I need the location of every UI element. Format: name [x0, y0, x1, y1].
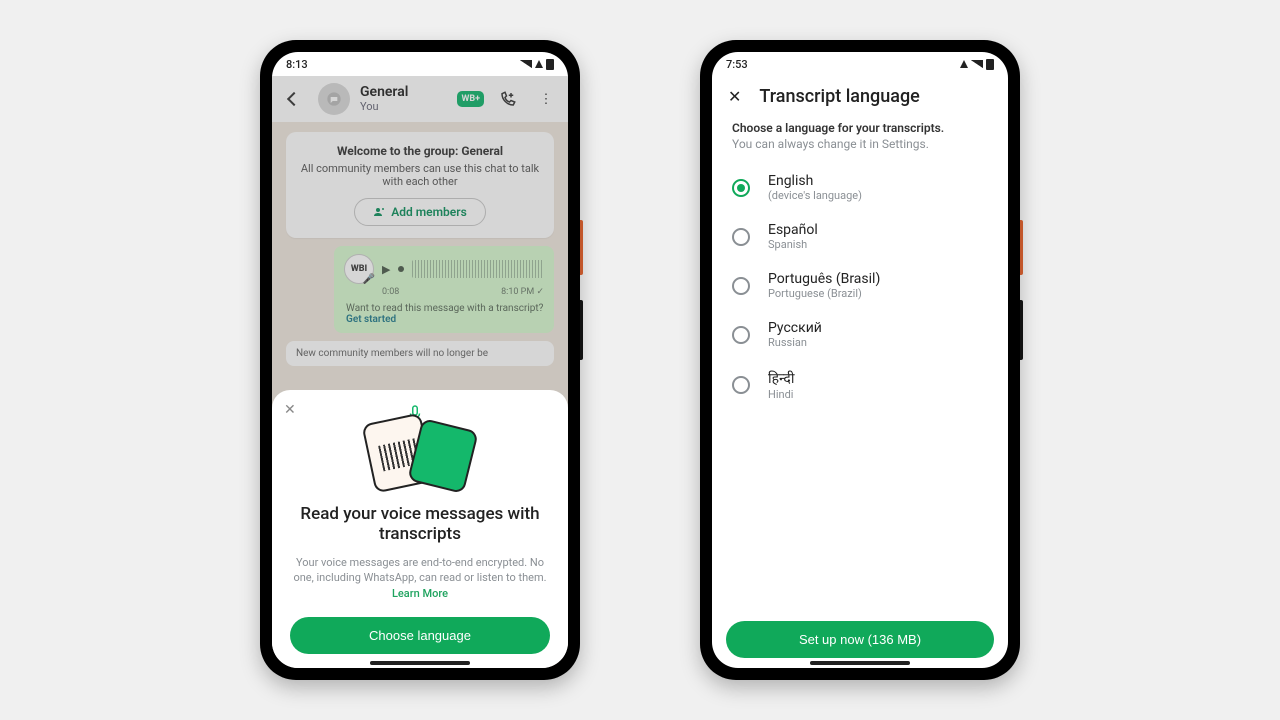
status-time: 8:13 [286, 58, 308, 71]
radio-icon [732, 376, 750, 394]
learn-more-link[interactable]: Learn More [392, 587, 448, 600]
radio-icon [732, 228, 750, 246]
sheet-body: Your voice messages are end-to-end encry… [290, 555, 550, 601]
power-button [1020, 220, 1023, 275]
radio-icon [732, 326, 750, 344]
sheet-heading: Read your voice messages with transcript… [290, 504, 550, 545]
radio-icon [732, 277, 750, 295]
option-label: Español [768, 222, 818, 238]
phone-left: 8:13 General You WB+ [260, 40, 580, 680]
option-label: Português (Brasil) [768, 271, 880, 287]
bottom-actions: Set up now (136 MB) [726, 621, 994, 658]
status-bar: 7:53 [712, 52, 1008, 76]
status-time: 7:53 [726, 58, 748, 71]
home-indicator[interactable] [810, 661, 910, 665]
status-bar: 8:13 [272, 52, 568, 76]
radio-selected-icon [732, 179, 750, 197]
subtitle-line1: Choose a language for your transcripts. [732, 121, 988, 135]
screen-left: 8:13 General You WB+ [272, 52, 568, 668]
transcript-intro-sheet: ✕ Read your voice messages with transcri… [272, 390, 568, 668]
wifi-icon [960, 60, 968, 68]
status-icons [520, 59, 554, 70]
language-option-portugues[interactable]: Português (Brasil) Portuguese (Brazil) [712, 261, 1008, 310]
language-option-espanol[interactable]: Español Spanish [712, 212, 1008, 261]
option-sublabel: Hindi [768, 388, 794, 401]
option-sublabel: Portuguese (Brazil) [768, 287, 880, 300]
page-title: Transcript language [759, 86, 919, 107]
close-icon[interactable]: ✕ [284, 402, 296, 418]
chat-view: General You WB+ ⋮ Welcome to the group: … [272, 76, 568, 668]
signal-icon [520, 60, 532, 68]
option-label: हिन्दी [768, 369, 794, 388]
screen-right: 7:53 ✕ Transcript language Choose a lang… [712, 52, 1008, 668]
phone-right: 7:53 ✕ Transcript language Choose a lang… [700, 40, 1020, 680]
battery-icon [546, 59, 554, 70]
option-label: English [768, 173, 862, 189]
volume-button [1020, 300, 1023, 360]
close-icon[interactable]: ✕ [728, 87, 741, 106]
home-indicator[interactable] [370, 661, 470, 665]
status-icons [960, 59, 994, 70]
option-sublabel: Spanish [768, 238, 818, 251]
option-sublabel: (device's language) [768, 189, 862, 202]
option-label: Русский [768, 320, 822, 336]
option-sublabel: Russian [768, 336, 822, 349]
volume-button [580, 300, 583, 360]
setup-now-button[interactable]: Set up now (136 MB) [726, 621, 994, 658]
choose-language-button[interactable]: Choose language [290, 617, 550, 654]
wifi-icon [535, 60, 543, 68]
language-option-hindi[interactable]: हिन्दी Hindi [712, 359, 1008, 411]
page-subtitle: Choose a language for your transcripts. … [712, 115, 1008, 163]
signal-icon [971, 60, 983, 68]
language-option-english[interactable]: English (device's language) [712, 163, 1008, 212]
subtitle-line2: You can always change it in Settings. [732, 137, 988, 151]
transcript-illustration [360, 410, 480, 490]
page-header: ✕ Transcript language [712, 76, 1008, 115]
language-option-russian[interactable]: Русский Russian [712, 310, 1008, 359]
language-options: English (device's language) Español Span… [712, 163, 1008, 411]
battery-icon [986, 59, 994, 70]
power-button [580, 220, 583, 275]
sheet-body-text: Your voice messages are end-to-end encry… [293, 556, 546, 584]
